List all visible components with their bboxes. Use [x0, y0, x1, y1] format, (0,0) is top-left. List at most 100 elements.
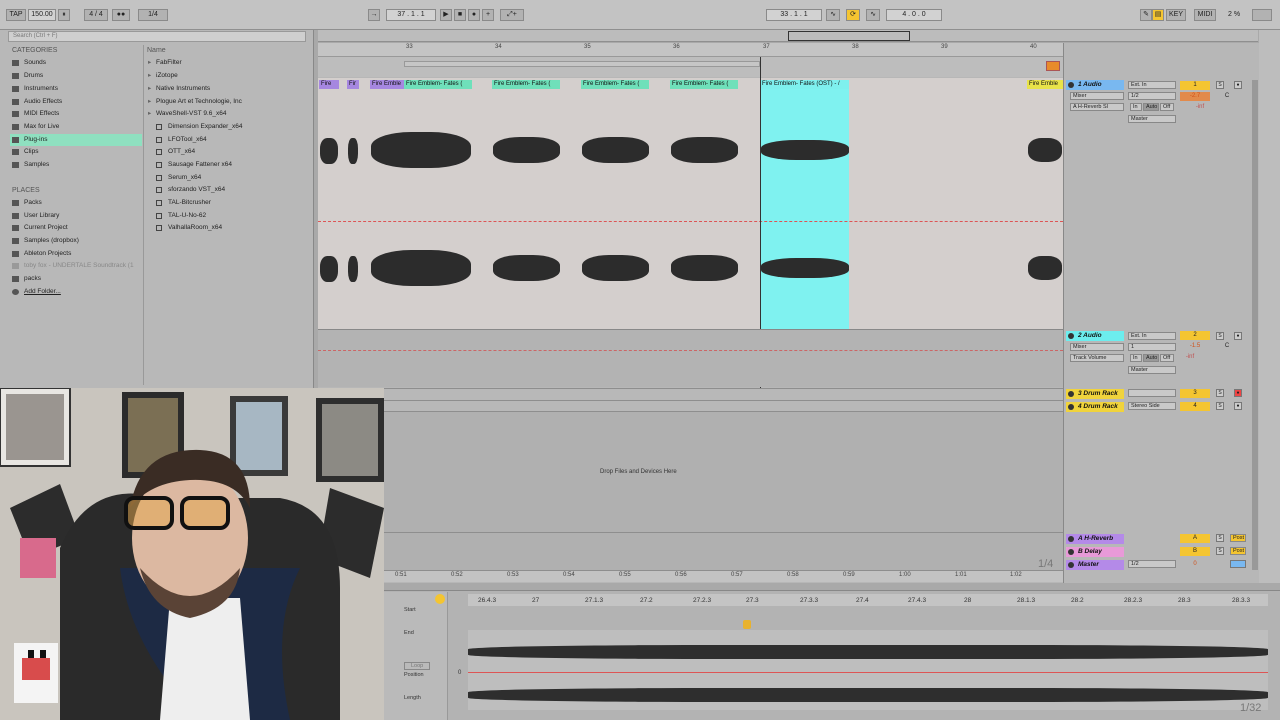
solo-button[interactable]: S: [1216, 534, 1224, 542]
punch-in-icon[interactable]: ∿: [826, 9, 840, 21]
warp-marker-icon[interactable]: [743, 620, 751, 629]
category-drums[interactable]: Drums: [10, 70, 142, 82]
solo-button[interactable]: S: [1216, 402, 1224, 410]
master-title[interactable]: Master: [1066, 560, 1124, 570]
clip-header[interactable]: Fire Emble: [370, 80, 404, 89]
track-activator[interactable]: 1: [1180, 81, 1210, 90]
key-map-button[interactable]: KEY: [1166, 9, 1186, 21]
device-select[interactable]: A H-Reverb Sl: [1070, 103, 1124, 111]
play-icon[interactable]: [1068, 562, 1074, 568]
search-input[interactable]: Search (Ctrl + F): [8, 31, 306, 42]
browser-item-plogue[interactable]: ▸ Plogue Art et Technologie, Inc: [148, 96, 242, 108]
clip-header-selected[interactable]: Fire Emblem- Fates (OST) - /: [760, 80, 849, 89]
fold-icon[interactable]: [1068, 404, 1074, 410]
input-type-select[interactable]: [1128, 389, 1176, 397]
tap-tempo-button[interactable]: TAP: [6, 9, 26, 21]
place-user-library[interactable]: User Library: [10, 210, 142, 222]
return-title-b-delay[interactable]: B Delay: [1066, 547, 1124, 557]
stop-icon[interactable]: ■: [454, 9, 466, 21]
return-activator[interactable]: A: [1180, 534, 1210, 543]
category-midi-effects[interactable]: MIDI Effects: [10, 108, 142, 120]
play-icon[interactable]: ▶: [440, 9, 452, 21]
master-volume-field[interactable]: 0: [1180, 560, 1210, 569]
return-activator[interactable]: B: [1180, 547, 1210, 556]
add-folder-link[interactable]: Add Folder...: [10, 286, 142, 298]
arm-record-icon[interactable]: ●: [1234, 81, 1242, 89]
metronome-icon[interactable]: ●●: [112, 9, 130, 21]
plugin-item[interactable]: sforzando VST_x64: [148, 184, 225, 196]
loop-length-field[interactable]: 4 . 0 . 0: [886, 9, 942, 21]
input-channel-select[interactable]: 1/2: [1128, 92, 1176, 100]
loop-start-field[interactable]: 33 . 1 . 1: [766, 9, 822, 21]
back-to-arrangement-icon[interactable]: [1046, 61, 1060, 71]
follow-icon[interactable]: →: [368, 9, 380, 21]
device-mixer-select[interactable]: Mixer: [1070, 92, 1124, 100]
solo-button[interactable]: S: [1216, 389, 1224, 397]
quantize-select[interactable]: 1/4: [138, 9, 168, 21]
drop-zone[interactable]: [318, 412, 1063, 532]
browser-item-native-instruments[interactable]: ▸ Native Instruments: [148, 83, 210, 95]
browser-item-waveshell[interactable]: ▸ WaveShell-VST 9.6_x64: [148, 108, 226, 120]
category-sounds[interactable]: Sounds: [10, 57, 142, 69]
category-clips[interactable]: Clips: [10, 146, 142, 158]
fold-icon[interactable]: [1068, 82, 1074, 88]
loop-brace[interactable]: [404, 61, 760, 67]
arm-record-icon[interactable]: ●: [1234, 402, 1242, 410]
output-select[interactable]: Master: [1128, 366, 1176, 374]
send-field[interactable]: -inf: [1180, 353, 1200, 362]
fold-icon[interactable]: [1068, 391, 1074, 397]
monitor-in-button[interactable]: In: [1130, 103, 1142, 111]
selected-clip-region[interactable]: [760, 89, 849, 329]
clip-header[interactable]: Fire Emblem- Fates (: [670, 80, 738, 89]
track-activator[interactable]: 2: [1180, 331, 1210, 340]
track-lane-3-drum-rack[interactable]: [318, 388, 1063, 400]
clip-activator-icon[interactable]: [435, 594, 445, 604]
output-select[interactable]: Master: [1128, 115, 1176, 123]
clip-header[interactable]: Fire: [319, 80, 339, 89]
loop-switch-icon[interactable]: ⟳: [846, 9, 860, 21]
volume-field[interactable]: -1.5: [1180, 342, 1210, 351]
arm-record-icon[interactable]: ●: [1234, 332, 1242, 340]
name-column-header[interactable]: Name: [147, 47, 166, 54]
time-signature-field[interactable]: 4 / 4: [84, 9, 108, 21]
device-mixer-select[interactable]: Mixer: [1070, 343, 1124, 351]
plugin-item[interactable]: Dimension Expander_x64: [148, 121, 242, 133]
browser-item-fabfilter[interactable]: ▸ FabFilter: [148, 57, 182, 69]
record-icon[interactable]: ●: [468, 9, 480, 21]
arm-record-icon[interactable]: ●: [1234, 389, 1242, 397]
clip-header[interactable]: Fir: [347, 80, 359, 89]
beat-ruler[interactable]: 33 34 35 36 37 38 39 40: [318, 43, 1063, 57]
post-button[interactable]: Post: [1230, 547, 1246, 555]
overview-viewport[interactable]: [788, 31, 910, 41]
browser-item-izotope[interactable]: ▸ iZotope: [148, 70, 178, 82]
track-title-4-drum-rack[interactable]: 4 Drum Rack: [1066, 402, 1124, 412]
solo-button[interactable]: S: [1216, 81, 1224, 89]
master-output-select[interactable]: 1/2: [1128, 560, 1176, 568]
solo-button[interactable]: S: [1216, 332, 1224, 340]
return-track-lanes[interactable]: [318, 532, 1063, 570]
monitor-auto-button[interactable]: Auto: [1143, 354, 1159, 362]
tempo-field[interactable]: 150.00: [28, 9, 56, 21]
post-button[interactable]: Post: [1230, 534, 1246, 542]
track-lane-2-audio[interactable]: [318, 329, 1063, 387]
plugin-item[interactable]: TAL-Bitcrusher: [148, 197, 211, 209]
clip-header[interactable]: Fire Emblem- Fates (: [581, 80, 649, 89]
monitor-off-button[interactable]: Off: [1160, 354, 1174, 362]
category-audio-effects[interactable]: Audio Effects: [10, 96, 142, 108]
place-packs[interactable]: Packs: [10, 197, 142, 209]
plugin-item[interactable]: OTT_x64: [148, 146, 195, 158]
plugin-item[interactable]: LFOTool_x64: [148, 134, 207, 146]
play-icon[interactable]: [1068, 549, 1074, 555]
send-field[interactable]: -inf: [1190, 103, 1210, 112]
place-packs-folder[interactable]: packs: [10, 273, 142, 285]
plugin-item[interactable]: TAL-U-No-62: [148, 210, 206, 222]
arrangement-overview[interactable]: [318, 30, 1258, 42]
volume-field[interactable]: -2.7: [1180, 92, 1210, 101]
plugin-item[interactable]: Serum_x64: [148, 172, 201, 184]
overdub-icon[interactable]: +: [482, 9, 494, 21]
place-samples-dropbox[interactable]: Samples (dropbox): [10, 235, 142, 247]
automation-arm-icon[interactable]: ⤢+: [500, 9, 524, 21]
monitor-auto-button[interactable]: Auto: [1143, 103, 1159, 111]
loop-brace-lane[interactable]: [318, 57, 1063, 77]
track-activator[interactable]: 4: [1180, 402, 1210, 411]
